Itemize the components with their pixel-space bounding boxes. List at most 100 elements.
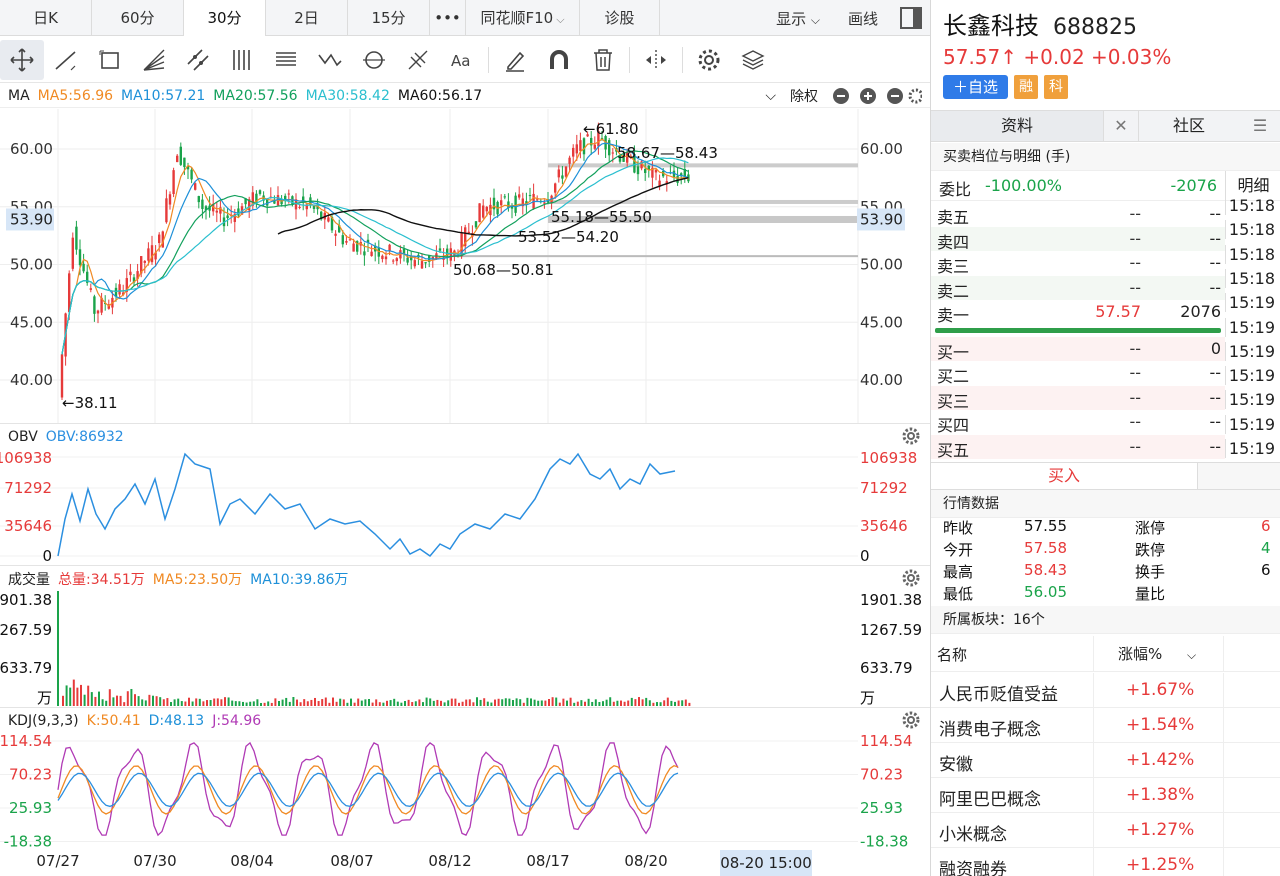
- sector-row[interactable]: 安徽 +1.42%: [931, 743, 1280, 778]
- volume-bar: [364, 699, 367, 706]
- candle: [96, 310, 100, 314]
- sell-level-row[interactable]: 卖一 57.57 2076: [931, 300, 1225, 325]
- ma5-value: MA5:56.96: [37, 87, 114, 104]
- wave-tool-icon[interactable]: [308, 40, 352, 80]
- volume-bar: [497, 698, 500, 706]
- buy-level-row[interactable]: 买一 -- 0: [931, 336, 1225, 362]
- channel-tool-icon[interactable]: [176, 40, 220, 80]
- pen-tool-icon[interactable]: [493, 40, 537, 80]
- candle: [201, 199, 204, 210]
- tab-f10[interactable]: 同花顺F10 ⌵: [466, 0, 580, 36]
- candle: [467, 231, 470, 234]
- line-tool-icon[interactable]: [44, 40, 88, 80]
- spread-tool-icon[interactable]: [634, 40, 678, 80]
- sector-row[interactable]: 阿里巴巴概念 +1.38%: [931, 778, 1280, 813]
- obv-chart[interactable]: 106938 106938 71292 71292 35646 35646 0 0: [0, 449, 930, 565]
- sector-row[interactable]: 融资融券 +1.25%: [931, 848, 1280, 876]
- tab-info[interactable]: 资料: [931, 111, 1103, 141]
- sector-row[interactable]: 消费电子概念 +1.54%: [931, 708, 1280, 743]
- trash-icon[interactable]: [581, 40, 625, 80]
- obv-tick-left: 35646: [4, 517, 52, 535]
- tab-daily[interactable]: 日K: [0, 0, 92, 36]
- volume-bar: [180, 701, 183, 706]
- adjust-rights-button[interactable]: 除权: [790, 86, 818, 106]
- volume-tick-left: 1901.38: [0, 591, 52, 609]
- volume-bar: [641, 699, 644, 706]
- volume-bar: [494, 699, 496, 706]
- low-annotation: ←38.11: [62, 394, 118, 412]
- zoom-controls[interactable]: [832, 86, 922, 106]
- rectangle-tool-icon[interactable]: [88, 40, 132, 80]
- candle: [168, 194, 172, 205]
- sector-name: 消费电子概念: [939, 720, 1041, 740]
- layers-icon[interactable]: [731, 40, 775, 80]
- volume-bar: [544, 700, 547, 706]
- volume-settings-gear-icon[interactable]: [902, 569, 920, 587]
- add-watchlist-button[interactable]: ＋自选: [943, 75, 1009, 99]
- buy-level-row[interactable]: 买三 -- --: [931, 385, 1225, 411]
- weibi-pct: -100.00%: [985, 176, 1062, 195]
- sell-level-row[interactable]: 卖四 -- --: [931, 226, 1225, 252]
- panel-toggle-icon[interactable]: [900, 7, 922, 29]
- candle: [564, 166, 568, 177]
- candle: [424, 262, 427, 264]
- volume-bar: [195, 698, 198, 706]
- volume-chart[interactable]: 1901.38 1901.38 1267.59 1267.59 633.79 633.79…: [0, 591, 930, 707]
- volume-bar: [191, 701, 194, 706]
- text-tool-icon[interactable]: Aa: [440, 40, 484, 80]
- tab-community[interactable]: 社区: [1139, 111, 1239, 141]
- col-pct[interactable]: 涨幅% ⌵: [1093, 636, 1223, 672]
- sector-extra: [1223, 708, 1280, 743]
- buy-level-row[interactable]: 买五 -- --: [931, 434, 1225, 460]
- volume-bar: [612, 701, 615, 706]
- volume-bar: [616, 700, 619, 706]
- move-cursor-icon[interactable]: [0, 39, 44, 80]
- level-volume: --: [1209, 436, 1221, 456]
- tab-right-controls: 显示 ⌵ 画线: [762, 0, 930, 36]
- menu-icon[interactable]: ☰: [1239, 111, 1280, 141]
- sell-level-row[interactable]: 卖三 -- --: [931, 251, 1225, 276]
- sell-level-row[interactable]: 卖五 -- --: [931, 202, 1225, 227]
- volume-bar: [126, 691, 129, 706]
- candle: [406, 257, 409, 263]
- candle: [384, 256, 388, 260]
- magnet-icon[interactable]: [537, 40, 581, 80]
- volume-bar: [418, 699, 421, 706]
- obv-settings-gear-icon[interactable]: [902, 427, 920, 445]
- vertical-lines-icon[interactable]: [220, 40, 264, 80]
- level-name: 买二: [937, 367, 970, 386]
- tab-diagnose[interactable]: 诊股: [580, 0, 660, 36]
- tab-30min[interactable]: 30分: [184, 0, 266, 36]
- horizontal-lines-icon[interactable]: [264, 40, 308, 80]
- sell-level-row[interactable]: 卖二 -- --: [931, 275, 1225, 301]
- buy-level-row[interactable]: 买四 -- --: [931, 410, 1225, 435]
- cycle-tool-icon[interactable]: [352, 40, 396, 80]
- fibonacci-tool-icon[interactable]: [396, 40, 440, 80]
- fan-tool-icon[interactable]: [132, 40, 176, 80]
- tab-2day[interactable]: 2日: [266, 0, 348, 36]
- display-menu[interactable]: 显示 ⌵: [762, 8, 834, 29]
- candle: [89, 288, 92, 290]
- buy-button[interactable]: 买入: [931, 463, 1197, 489]
- kdj-settings-gear-icon[interactable]: [902, 711, 920, 729]
- sell-button[interactable]: [1197, 463, 1280, 489]
- candle: [482, 205, 485, 218]
- sector-row[interactable]: 人民币贬值受益 +1.67%: [931, 673, 1280, 708]
- level-name: 卖三: [937, 257, 970, 276]
- tab-60min[interactable]: 60分: [92, 0, 184, 36]
- candlestick-chart[interactable]: 60.00 60.0055.00 55.0050.00 50.0045.00 45.00…: [0, 109, 930, 423]
- sector-row[interactable]: 小米概念 +1.27%: [931, 813, 1280, 848]
- volume-bar: [454, 698, 457, 706]
- volume-bar: [519, 699, 522, 706]
- toolbar-divider: [488, 46, 489, 73]
- close-icon[interactable]: ✕: [1103, 111, 1139, 141]
- draw-line-button[interactable]: 画线: [834, 8, 892, 29]
- settings-gear-icon[interactable]: [687, 40, 731, 80]
- buy-level-row[interactable]: 买二 -- --: [931, 361, 1225, 386]
- volume-bar: [260, 702, 262, 706]
- tab-15min[interactable]: 15分: [348, 0, 430, 36]
- chevron-down-icon[interactable]: ⌵: [765, 88, 776, 104]
- volume-label: 成交量: [8, 571, 50, 588]
- more-tabs-button[interactable]: •••: [430, 0, 466, 36]
- kdj-chart[interactable]: 114.54 114.54 70.23 70.23 25.93 25.93 -18.38 -1…: [0, 733, 930, 851]
